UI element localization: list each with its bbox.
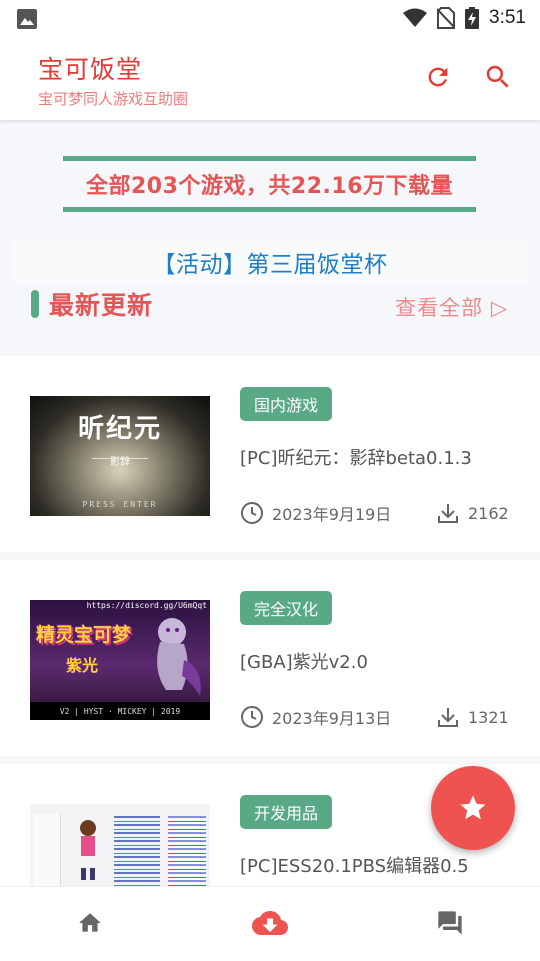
category-tag[interactable]: 完全汉化 xyxy=(240,591,333,625)
downloads-text: 1321 xyxy=(468,707,509,727)
category-tag[interactable]: 国内游戏 xyxy=(240,387,333,421)
thumb-subtitle: 影辞 xyxy=(110,457,130,468)
search-button[interactable] xyxy=(481,60,515,94)
mewtwo-illustration xyxy=(157,618,201,696)
star-icon xyxy=(460,795,486,820)
download-icon xyxy=(438,708,458,727)
game-card[interactable]: https://discord.gg/U6mQqt 精灵宝可梦 紫光 V2 | … xyxy=(0,560,540,764)
home-icon xyxy=(79,913,101,932)
download-icon xyxy=(438,504,458,523)
clock-time: 3:51 xyxy=(489,7,526,28)
search-icon xyxy=(486,65,509,88)
category-tag[interactable]: 开发用品 xyxy=(240,795,333,829)
status-bar: 3:51 xyxy=(0,0,540,36)
game-title: [GBA]紫光v2.0 xyxy=(240,652,368,673)
date-text: 2023年9月13日 xyxy=(272,709,392,728)
downloads-text: 2162 xyxy=(468,503,509,523)
date-text: 2023年9月19日 xyxy=(272,505,392,524)
editor-grid-2 xyxy=(168,816,206,886)
nav-messages[interactable] xyxy=(430,903,470,943)
section-header: 最新更新 查看全部 ▷ xyxy=(0,284,540,324)
game-title: [PC]ESS20.1PBS编辑器0.5 xyxy=(240,856,469,877)
favorite-fab-button[interactable] xyxy=(431,766,515,850)
section-title: 最新更新 xyxy=(49,291,154,320)
download-count: 2162 xyxy=(436,501,509,525)
download-count: 1321 xyxy=(436,705,509,729)
game-thumbnail: 昕纪元 影辞 PRESS ENTER xyxy=(30,396,210,516)
thumb-title: 昕纪元 xyxy=(77,414,162,444)
editor-sidebar xyxy=(34,814,61,886)
thumb-logo: 精灵宝可梦 xyxy=(36,624,132,646)
nav-download[interactable] xyxy=(250,903,290,943)
event-title: 【活动】第三届饭堂杯 xyxy=(152,252,388,278)
thumb-credits: V2 | HYST · MICKEY | 2019 xyxy=(59,707,181,716)
stats-text: 全部203个游戏，共22.16万下载量 xyxy=(85,174,453,199)
event-banner[interactable]: 【活动】第三届饭堂杯 xyxy=(12,239,528,285)
game-thumbnail: https://discord.gg/U6mQqt 精灵宝可梦 紫光 V2 | … xyxy=(30,600,210,720)
game-card[interactable]: 昕纪元 影辞 PRESS ENTER 国内游戏 [PC]昕纪元：影辞beta0.… xyxy=(0,356,540,560)
editor-grid-1 xyxy=(114,816,160,886)
update-date: 2023年9月19日 xyxy=(240,501,391,525)
nav-home[interactable] xyxy=(70,903,110,943)
thumb-subtitle: 紫光 xyxy=(66,656,99,675)
update-date: 2023年9月13日 xyxy=(240,705,391,729)
app-subtitle: 宝可梦同人游戏互助圈 xyxy=(38,90,189,108)
header-area: 全部203个游戏，共22.16万下载量 【活动】第三届饭堂杯 最新更新 查看全部… xyxy=(0,120,540,356)
app-bar: 宝可饭堂 宝可梦同人游戏互助圈 xyxy=(0,36,540,120)
game-title: [PC]昕纪元：影辞beta0.1.3 xyxy=(240,448,472,469)
app-title: 宝可饭堂 xyxy=(38,55,143,84)
game-thumbnail xyxy=(30,804,210,886)
trainer-sprite xyxy=(80,820,96,880)
thumb-press-enter: PRESS ENTER xyxy=(82,500,158,509)
clock-icon xyxy=(241,706,263,728)
refresh-button[interactable] xyxy=(421,60,455,94)
battery-charging-icon xyxy=(465,7,480,29)
wifi-icon xyxy=(403,8,428,27)
gallery-notification-icon xyxy=(17,9,37,29)
clock-icon xyxy=(241,502,263,524)
stats-banner: 全部203个游戏，共22.16万下载量 xyxy=(63,156,476,212)
bottom-navigation xyxy=(0,886,540,961)
section-accent-bar xyxy=(31,290,39,318)
no-sim-icon xyxy=(437,7,456,29)
chat-icon xyxy=(438,911,462,935)
view-all-link[interactable]: 查看全部 ▷ xyxy=(395,292,508,322)
thumb-url: https://discord.gg/U6mQqt xyxy=(86,601,207,610)
cloud-download-icon xyxy=(252,911,288,935)
refresh-icon xyxy=(428,67,448,87)
